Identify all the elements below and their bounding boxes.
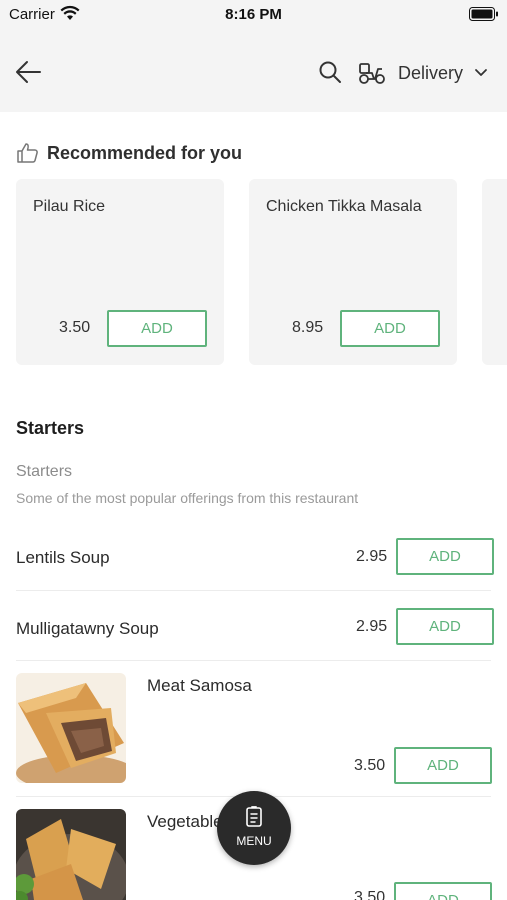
- recommended-card[interactable]: Pilau Rice 3.50 ADD: [16, 179, 224, 365]
- clock: 8:16 PM: [225, 6, 282, 23]
- recommended-card[interactable]: Chicken Tikka Masala 8.95 ADD: [249, 179, 457, 365]
- add-button[interactable]: ADD: [394, 747, 492, 784]
- divider: [16, 660, 491, 661]
- recommended-item-name: Chicken Tikka Masala: [266, 198, 422, 215]
- status-bar: Carrier 8:16 PM: [0, 0, 507, 32]
- menu-fab-button[interactable]: MENU: [217, 791, 291, 865]
- menu-item-price: 2.95: [356, 548, 388, 565]
- battery-icon: [469, 7, 498, 21]
- add-button[interactable]: ADD: [394, 882, 492, 900]
- menu-item[interactable]: Mulligatawny Soup 2.95 ADD: [16, 608, 494, 648]
- chevron-down-icon[interactable]: [474, 67, 488, 79]
- section-title: Starters: [16, 418, 85, 438]
- add-button[interactable]: ADD: [396, 608, 494, 645]
- top-app-bar: Delivery: [0, 32, 507, 112]
- menu-item[interactable]: Meat Samosa 3.50 ADD: [16, 673, 492, 784]
- subcategory-title: Starters: [16, 463, 73, 480]
- menu-book-icon: [246, 806, 262, 827]
- recommended-item-price: 3.50: [59, 319, 91, 336]
- recommended-title: Recommended for you: [47, 142, 243, 163]
- menu-item[interactable]: Lentils Soup 2.95 ADD: [16, 538, 494, 578]
- thumbs-up-icon: [17, 143, 38, 163]
- menu-item-price: 2.95: [356, 618, 388, 635]
- back-arrow-icon[interactable]: [14, 58, 44, 86]
- menu-item-name: Lentils Soup: [16, 548, 110, 567]
- menu-item-price: 3.50: [354, 889, 386, 900]
- recommended-card-partial[interactable]: [482, 179, 507, 365]
- search-icon[interactable]: [318, 60, 342, 84]
- subcategory-description: Some of the most popular offerings from …: [16, 490, 359, 506]
- recommended-heading: Recommended for you: [16, 142, 242, 164]
- add-button[interactable]: ADD: [107, 310, 207, 347]
- menu-item-price: 3.50: [354, 757, 386, 774]
- recommended-item-price: 8.95: [292, 319, 324, 336]
- recommended-item-name: Pilau Rice: [33, 198, 106, 215]
- menu-item-name: Meat Samosa: [147, 676, 252, 695]
- add-button[interactable]: ADD: [340, 310, 440, 347]
- recommended-carousel[interactable]: Pilau Rice 3.50 ADD Chicken Tikka Masala…: [0, 179, 507, 365]
- delivery-scooter-icon[interactable]: [357, 58, 387, 86]
- add-button[interactable]: ADD: [396, 538, 494, 575]
- divider: [16, 590, 491, 591]
- delivery-mode-label[interactable]: Delivery: [398, 63, 463, 84]
- menu-item-name: Mulligatawny Soup: [16, 619, 159, 638]
- menu-fab-label: MENU: [236, 834, 272, 848]
